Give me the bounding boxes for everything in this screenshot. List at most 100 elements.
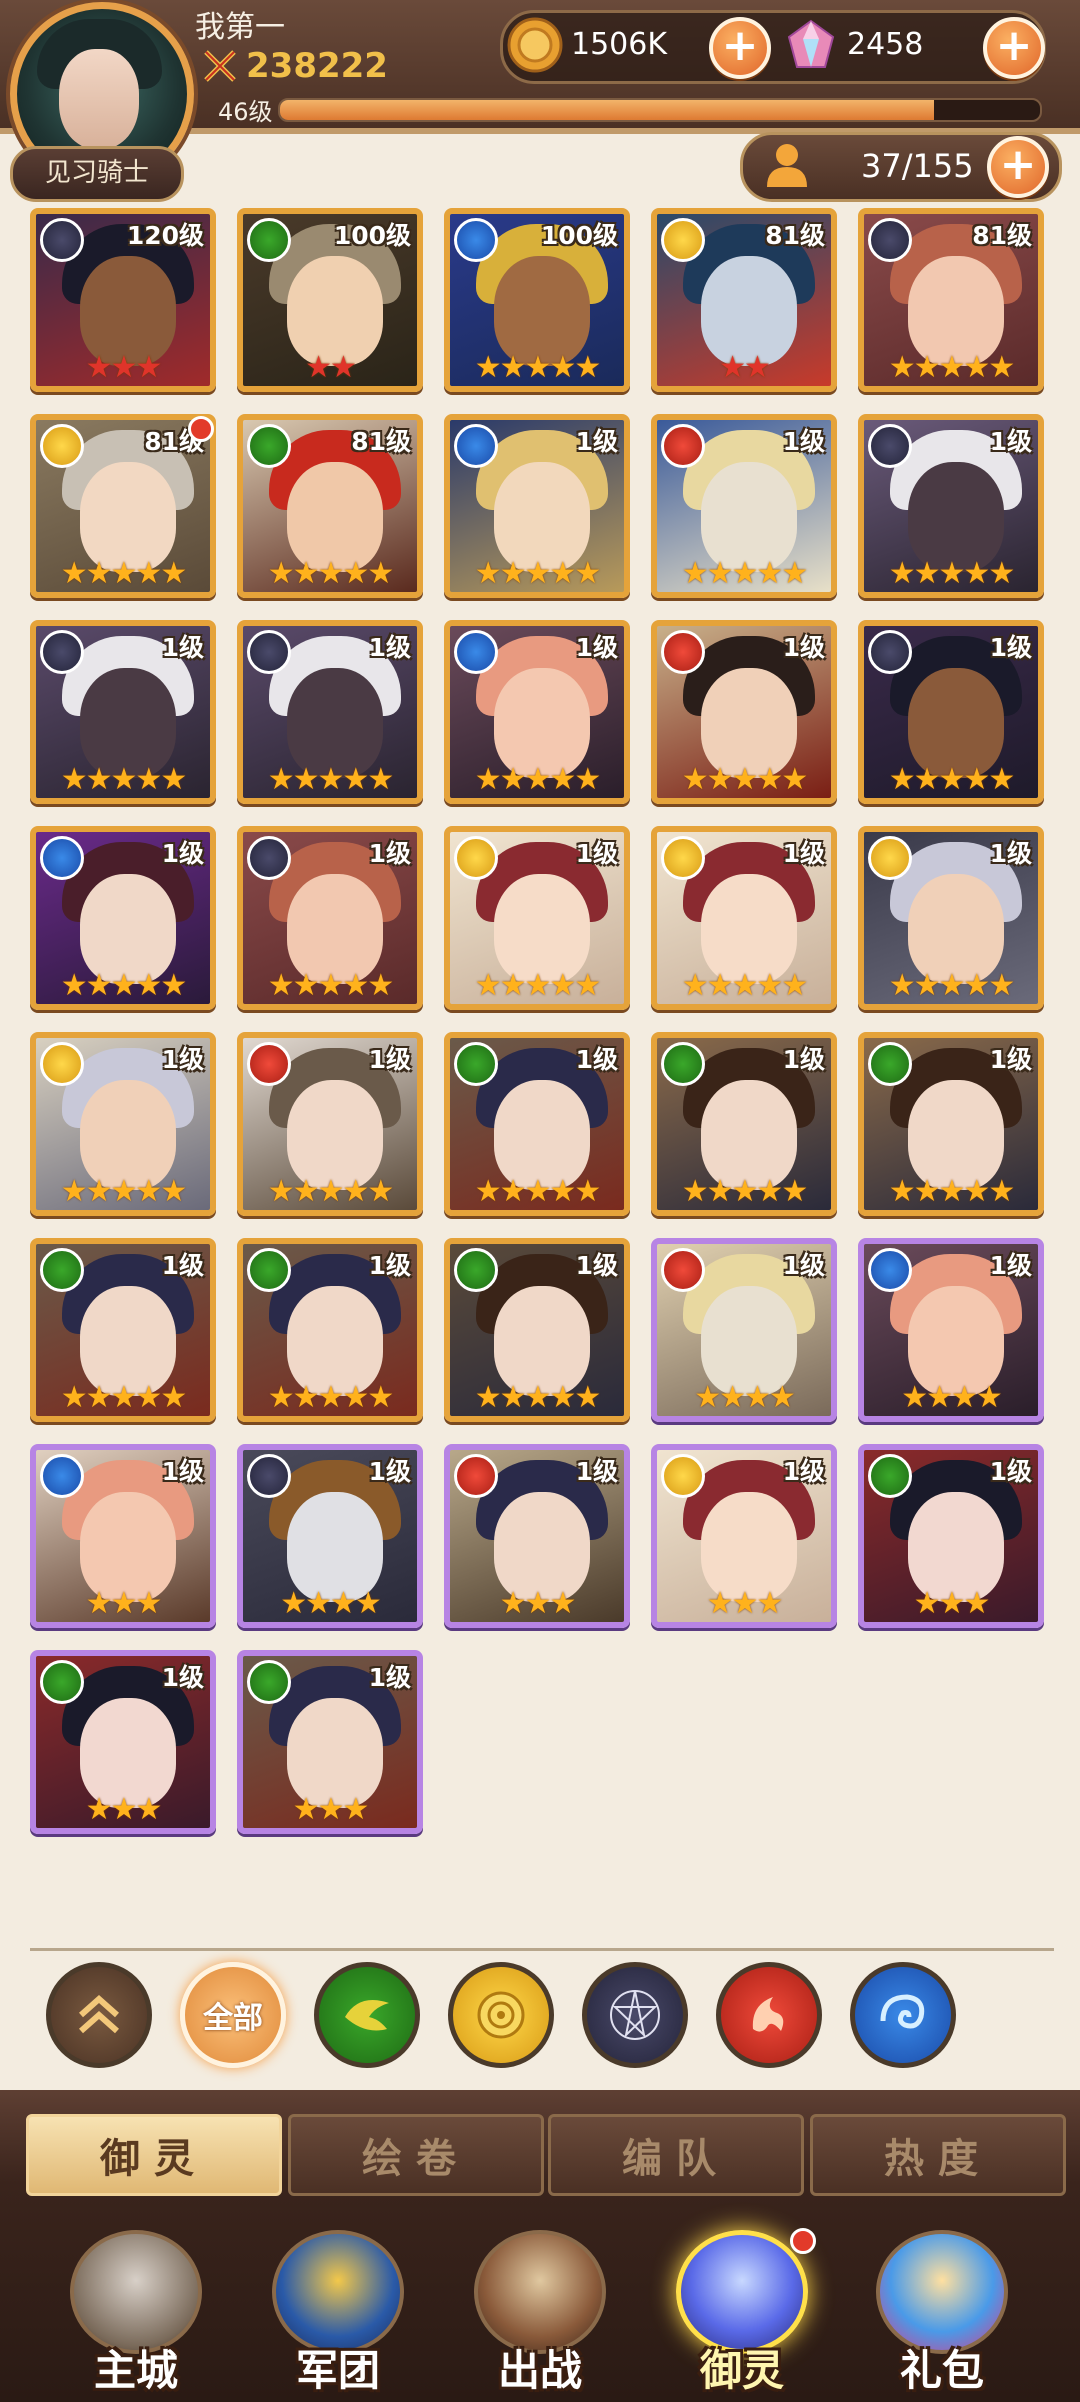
hero-card[interactable]: 1级 ★★★ (444, 1444, 630, 1628)
hero-card[interactable]: 1级 ★★★★★ (237, 620, 423, 804)
hero-level: 1级 (161, 1663, 204, 1692)
plus-icon: + (721, 20, 759, 71)
add-gems-button[interactable]: + (983, 17, 1045, 79)
hero-card[interactable]: 1级 ★★★★ (237, 1444, 423, 1628)
hero-level: 1级 (368, 1663, 411, 1692)
dark-faction-icon (40, 630, 84, 674)
filter-all-button[interactable]: 全部 (180, 1962, 286, 2068)
filter-nature-button[interactable] (314, 1962, 420, 2068)
filter-dark-button[interactable] (582, 1962, 688, 2068)
hero-card[interactable]: 1级 ★★★★★ (30, 1238, 216, 1422)
hero-star-rating: ★★★★★ (681, 762, 808, 797)
xp-bar-fill (280, 100, 934, 120)
hero-card[interactable]: 1级 ★★★★★ (237, 826, 423, 1010)
hero-level: 1级 (368, 839, 411, 868)
hero-card[interactable]: 1级 ★★★★★ (651, 414, 837, 598)
hero-card[interactable]: 120级 ★★★ (30, 208, 216, 392)
hero-card[interactable]: 1级 ★★★★★ (858, 414, 1044, 598)
nature-faction-icon (868, 1454, 912, 1498)
hero-level: 81级 (972, 221, 1032, 250)
hero-card[interactable]: 1级 ★★★★★ (651, 1032, 837, 1216)
crystal-icon (676, 2230, 808, 2354)
hero-card[interactable]: 81级 ★★★★★ (858, 208, 1044, 392)
dark-faction-icon (247, 630, 291, 674)
hero-star-rating: ★★★★★ (267, 762, 394, 797)
tab-2[interactable]: 绘卷 (288, 2114, 544, 2196)
nav-label: 出战 (497, 2346, 582, 2395)
hero-star-rating: ★★★★★ (60, 968, 187, 1003)
hero-card[interactable]: 100级 ★★★★★ (444, 208, 630, 392)
hero-card[interactable]: 1级 ★★★ (651, 1444, 837, 1628)
water-faction-icon (40, 1454, 84, 1498)
hero-card[interactable]: 1级 ★★★★★ (444, 414, 630, 598)
hero-card[interactable]: 1级 ★★★★★ (30, 620, 216, 804)
hero-card[interactable]: 1级 ★★★★★ (651, 826, 837, 1010)
hero-card[interactable]: 1级 ★★★ (237, 1650, 423, 1834)
hero-card[interactable]: 100级 ★★ (237, 208, 423, 392)
add-gold-button[interactable]: + (709, 17, 771, 79)
hero-card[interactable]: 1级 ★★★★★ (858, 620, 1044, 804)
dark-faction-icon (40, 218, 84, 262)
hero-level: 1级 (368, 1251, 411, 1280)
filter-light-button[interactable] (448, 1962, 554, 2068)
dark-faction-icon (868, 630, 912, 674)
fire-phoenix-icon (752, 1997, 784, 2032)
hero-card[interactable]: 1级 ★★★★ (858, 1238, 1044, 1422)
hero-card[interactable]: 1级 ★★★★★ (30, 826, 216, 1010)
hero-card[interactable]: 1级 ★★★★★ (651, 620, 837, 804)
notification-dot (790, 2228, 816, 2254)
tab-4[interactable]: 热度 (810, 2114, 1066, 2196)
tab-1[interactable]: 御灵 (26, 2114, 282, 2196)
expand-capacity-button[interactable]: + (987, 136, 1049, 198)
nav-item-3[interactable]: 出战 (440, 2224, 640, 2400)
hero-level: 1级 (989, 633, 1032, 662)
filter-fire-button[interactable] (716, 1962, 822, 2068)
hero-card[interactable]: 1级 ★★★★★ (858, 1032, 1044, 1216)
hero-card[interactable]: 1级 ★★★★★ (444, 1032, 630, 1216)
hero-card[interactable]: 1级 ★★★ (858, 1444, 1044, 1628)
nav-item-1[interactable]: 主城 (36, 2224, 236, 2400)
nav-item-5[interactable]: 礼包 (842, 2224, 1042, 2400)
hero-star-rating: ★★ (719, 350, 771, 385)
hero-card[interactable]: 1级 ★★★★ (651, 1238, 837, 1422)
filter-water-button[interactable] (850, 1962, 956, 2068)
hero-card[interactable]: 1级 ★★★★★ (858, 826, 1044, 1010)
hero-level: 1级 (161, 839, 204, 868)
light-faction-icon (454, 836, 498, 880)
hero-grid: 120级 ★★★ 100级 ★★ 100级 ★★★★★ 81级 ★★ 81级 ★★★★★ 81级 ★★… (30, 208, 1050, 1834)
hero-card[interactable]: 1级 ★★★ (30, 1444, 216, 1628)
notification-dot (188, 416, 214, 442)
hero-card[interactable]: 1级 ★★★★★ (444, 1238, 630, 1422)
nature-faction-icon (247, 1248, 291, 1292)
hero-card[interactable]: 81级 ★★ (651, 208, 837, 392)
hero-card[interactable]: 1级 ★★★★★ (237, 1238, 423, 1422)
tab-3[interactable]: 编队 (548, 2114, 804, 2196)
hero-card[interactable]: 1级 ★★★ (30, 1650, 216, 1834)
nav-label: 军团 (295, 2346, 380, 2395)
hero-star-rating: ★★★★★ (474, 556, 601, 591)
hero-level: 1级 (575, 633, 618, 662)
hero-level: 1级 (989, 1045, 1032, 1074)
hero-card[interactable]: 1级 ★★★★★ (444, 620, 630, 804)
hero-card[interactable]: 81级 ★★★★★ (237, 414, 423, 598)
hero-level: 1级 (161, 1045, 204, 1074)
hero-card[interactable]: 1级 ★★★★★ (444, 826, 630, 1010)
nav-item-4[interactable]: 御灵 (642, 2224, 842, 2400)
hero-capacity-bar: 37/155 + (740, 132, 1062, 202)
hero-level: 81级 (351, 427, 411, 456)
hero-star-rating: ★★★★★ (888, 968, 1015, 1003)
hero-star-rating: ★★★★★ (60, 762, 187, 797)
hero-card[interactable]: 81级 ★★★★★ (30, 414, 216, 598)
nature-faction-icon (247, 218, 291, 262)
hero-level: 1级 (575, 839, 618, 868)
plus-icon: + (995, 20, 1033, 71)
hero-star-rating: ★★★★★ (474, 762, 601, 797)
hero-star-rating: ★★★★★ (474, 1380, 601, 1415)
filter-all-label: 全部 (203, 2001, 263, 2036)
hero-card[interactable]: 1级 ★★★★★ (30, 1032, 216, 1216)
hero-star-rating: ★★★★★ (60, 556, 187, 591)
collapse-button[interactable] (46, 1962, 152, 2068)
nav-item-2[interactable]: 军团 (238, 2224, 438, 2400)
hero-card[interactable]: 1级 ★★★★★ (237, 1032, 423, 1216)
fire-faction-icon (454, 1454, 498, 1498)
